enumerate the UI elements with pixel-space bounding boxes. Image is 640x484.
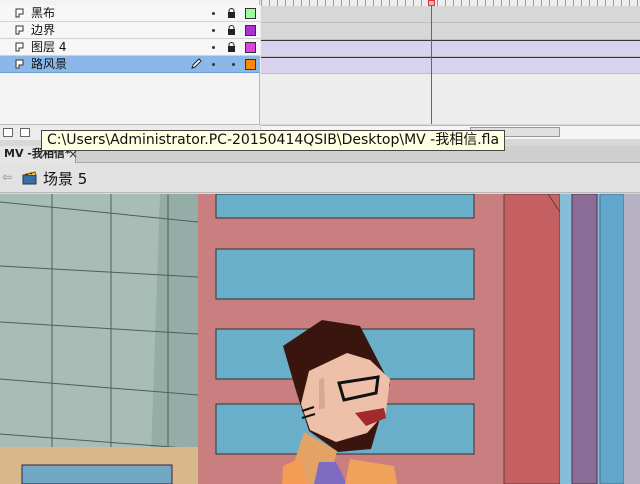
layer-row-2[interactable]: 图层 4 — [0, 39, 260, 56]
layer-list: 黑布 边界 图层 4 路风景 — [0, 0, 260, 124]
layer-row-3[interactable]: 路风景 — [0, 56, 260, 73]
frame-area[interactable] — [261, 0, 640, 124]
layer-name: 边界 — [31, 23, 56, 37]
pencil-icon — [191, 58, 202, 69]
timeline-panel: 黑布 边界 图层 4 路风景 — [0, 0, 640, 124]
playhead[interactable] — [431, 0, 432, 124]
frame-row-2[interactable] — [261, 40, 640, 57]
visibility-dot-icon[interactable] — [212, 63, 215, 66]
visibility-dot-icon[interactable] — [212, 29, 215, 32]
scene-bar: ⇦ 场景 5 — [0, 163, 640, 193]
file-path-tooltip: C:\Users\Administrator.PC-20150414QSIB\D… — [41, 130, 506, 151]
layer-row-1[interactable]: 边界 — [0, 22, 260, 39]
scene-clapper-icon — [22, 171, 37, 185]
layer-row-0[interactable]: 黑布 — [0, 5, 260, 22]
lock-icon[interactable] — [227, 8, 236, 18]
lock-icon[interactable] — [227, 42, 236, 52]
new-layer-icon[interactable] — [3, 128, 13, 137]
layer-icon — [15, 8, 24, 18]
scene-artwork — [0, 194, 640, 484]
frame-row-3[interactable] — [261, 57, 640, 74]
layer-name: 图层 4 — [31, 40, 67, 54]
lock-icon[interactable] — [227, 25, 236, 35]
layer-color-swatch[interactable] — [245, 42, 256, 53]
frame-row-1[interactable] — [261, 23, 640, 40]
visibility-dot-icon[interactable] — [212, 46, 215, 49]
stage-canvas[interactable] — [0, 194, 640, 484]
layer-icon — [15, 25, 24, 35]
layer-name: 路风景 — [31, 57, 68, 71]
layer-icon — [15, 59, 24, 69]
scene-label: 场景 5 — [43, 170, 88, 188]
layer-color-swatch[interactable] — [245, 59, 256, 70]
layer-color-swatch[interactable] — [245, 25, 256, 36]
back-arrow-icon[interactable]: ⇦ — [2, 170, 12, 184]
lock-dot-icon[interactable] — [232, 63, 235, 66]
layer-icon — [15, 42, 24, 52]
visibility-dot-icon[interactable] — [212, 12, 215, 15]
layer-name: 黑布 — [31, 6, 56, 20]
layer-color-swatch[interactable] — [245, 8, 256, 19]
playhead-handle[interactable] — [428, 0, 435, 6]
frame-row-0[interactable] — [261, 6, 640, 23]
new-folder-icon[interactable] — [20, 128, 30, 137]
